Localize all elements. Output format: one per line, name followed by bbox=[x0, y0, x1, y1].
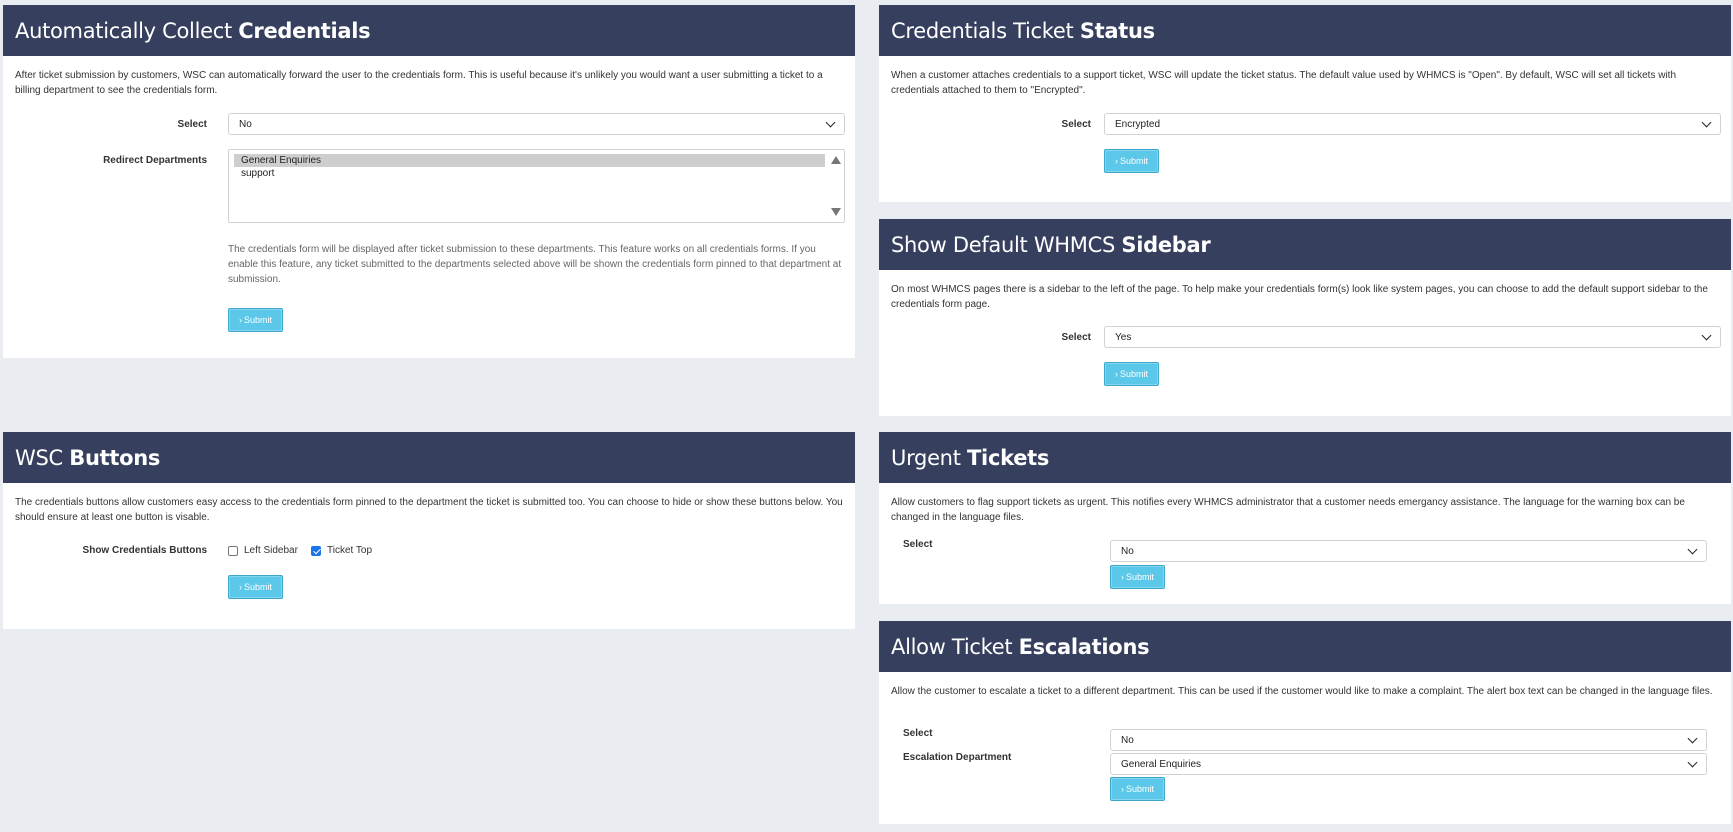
default-sidebar-title: Show Default WHMCS Sidebar bbox=[891, 232, 1211, 257]
department-option[interactable]: General Enquiries bbox=[234, 154, 825, 167]
chevron-right-icon: › bbox=[1120, 784, 1124, 794]
auto-collect-select-value: No bbox=[239, 118, 252, 130]
default-sidebar-submit-button[interactable]: › Submit bbox=[1104, 362, 1159, 386]
urgent-tickets-panel: Urgent Tickets Allow customers to flag s… bbox=[879, 432, 1731, 604]
auto-collect-header: Automatically Collect Credentials bbox=[3, 5, 855, 56]
auto-collect-select[interactable]: No bbox=[228, 113, 845, 135]
chevron-down-icon bbox=[1701, 330, 1712, 340]
default-sidebar-header: Show Default WHMCS Sidebar bbox=[879, 219, 1731, 270]
wsc-buttons-header: WSC Buttons bbox=[3, 432, 855, 483]
department-option[interactable]: support bbox=[234, 167, 825, 180]
wsc-buttons-submit-button[interactable]: › Submit bbox=[228, 575, 283, 599]
chevron-down-icon bbox=[1687, 733, 1698, 743]
wsc-buttons-title: WSC Buttons bbox=[15, 445, 161, 470]
chevron-down-icon bbox=[1687, 544, 1698, 554]
escalations-title: Allow Ticket Escalations bbox=[891, 634, 1150, 659]
default-sidebar-select-value: Yes bbox=[1115, 331, 1132, 343]
urgent-tickets-description: Allow customers to flag support tickets … bbox=[891, 497, 1685, 523]
checkbox-unchecked-icon[interactable] bbox=[228, 545, 238, 556]
auto-collect-title: Automatically Collect Credentials bbox=[15, 18, 371, 43]
urgent-tickets-select-value: No bbox=[1121, 545, 1134, 557]
checkbox-checked-icon[interactable] bbox=[311, 545, 321, 556]
escalations-description: Allow the customer to escalate a ticket … bbox=[891, 686, 1713, 697]
ticket-top-checkbox[interactable]: Ticket Top bbox=[311, 545, 372, 556]
auto-collect-panel: Automatically Collect Credentials After … bbox=[3, 5, 855, 358]
default-sidebar-select-label: Select bbox=[1061, 332, 1091, 343]
urgent-tickets-select-label: Select bbox=[903, 539, 933, 550]
ticket-status-title: Credentials Ticket Status bbox=[891, 18, 1155, 43]
escalations-select-value: No bbox=[1121, 734, 1134, 746]
scroll-up-arrow-icon[interactable] bbox=[831, 156, 841, 164]
ticket-status-select[interactable]: Encrypted bbox=[1104, 113, 1721, 135]
escalation-department-select[interactable]: General Enquiries bbox=[1110, 753, 1707, 775]
chevron-right-icon: › bbox=[238, 582, 242, 592]
auto-collect-select-label: Select bbox=[177, 119, 207, 130]
scroll-down-arrow-icon[interactable] bbox=[831, 208, 841, 216]
default-sidebar-select[interactable]: Yes bbox=[1104, 326, 1721, 348]
default-sidebar-description: On most WHMCS pages there is a sidebar t… bbox=[891, 284, 1708, 310]
ticket-status-panel: Credentials Ticket Status When a custome… bbox=[879, 5, 1731, 202]
chevron-down-icon bbox=[1687, 757, 1698, 767]
ticket-status-submit-button[interactable]: › Submit bbox=[1104, 149, 1159, 173]
default-sidebar-panel: Show Default WHMCS Sidebar On most WHMCS… bbox=[879, 219, 1731, 416]
show-credentials-buttons-label: Show Credentials Buttons bbox=[82, 545, 207, 556]
escalations-select-label: Select bbox=[903, 728, 933, 739]
wsc-buttons-description: The credentials buttons allow customers … bbox=[15, 497, 843, 523]
ticket-status-header: Credentials Ticket Status bbox=[879, 5, 1731, 56]
auto-collect-submit-button[interactable]: › Submit bbox=[228, 308, 283, 332]
escalations-select[interactable]: No bbox=[1110, 729, 1707, 751]
wsc-buttons-panel: WSC Buttons The credentials buttons allo… bbox=[3, 432, 855, 629]
redirect-departments-label: Redirect Departments bbox=[103, 155, 207, 166]
escalation-department-label: Escalation Department bbox=[903, 752, 1012, 763]
ticket-status-description: When a customer attaches credentials to … bbox=[891, 70, 1677, 96]
escalations-panel: Allow Ticket Escalations Allow the custo… bbox=[879, 621, 1731, 824]
chevron-right-icon: › bbox=[238, 315, 242, 325]
escalations-header: Allow Ticket Escalations bbox=[879, 621, 1731, 672]
auto-collect-description: After ticket submission by customers, WS… bbox=[15, 70, 823, 96]
escalations-submit-button[interactable]: › Submit bbox=[1110, 777, 1165, 801]
chevron-right-icon: › bbox=[1120, 572, 1124, 582]
ticket-status-select-label: Select bbox=[1061, 119, 1091, 130]
left-sidebar-checkbox[interactable]: Left Sidebar bbox=[228, 545, 298, 556]
escalation-department-value: General Enquiries bbox=[1121, 758, 1202, 770]
chevron-right-icon: › bbox=[1114, 156, 1118, 166]
urgent-tickets-select[interactable]: No bbox=[1110, 540, 1707, 562]
redirect-departments-listbox[interactable]: General Enquiries support bbox=[228, 149, 845, 223]
urgent-tickets-submit-button[interactable]: › Submit bbox=[1110, 565, 1165, 589]
urgent-tickets-header: Urgent Tickets bbox=[879, 432, 1731, 483]
chevron-down-icon bbox=[1701, 117, 1712, 127]
redirect-departments-hint: The credentials form will be displayed a… bbox=[228, 244, 842, 285]
chevron-down-icon bbox=[825, 117, 836, 127]
ticket-status-select-value: Encrypted bbox=[1115, 118, 1161, 130]
urgent-tickets-title: Urgent Tickets bbox=[891, 445, 1050, 470]
chevron-right-icon: › bbox=[1114, 369, 1118, 379]
